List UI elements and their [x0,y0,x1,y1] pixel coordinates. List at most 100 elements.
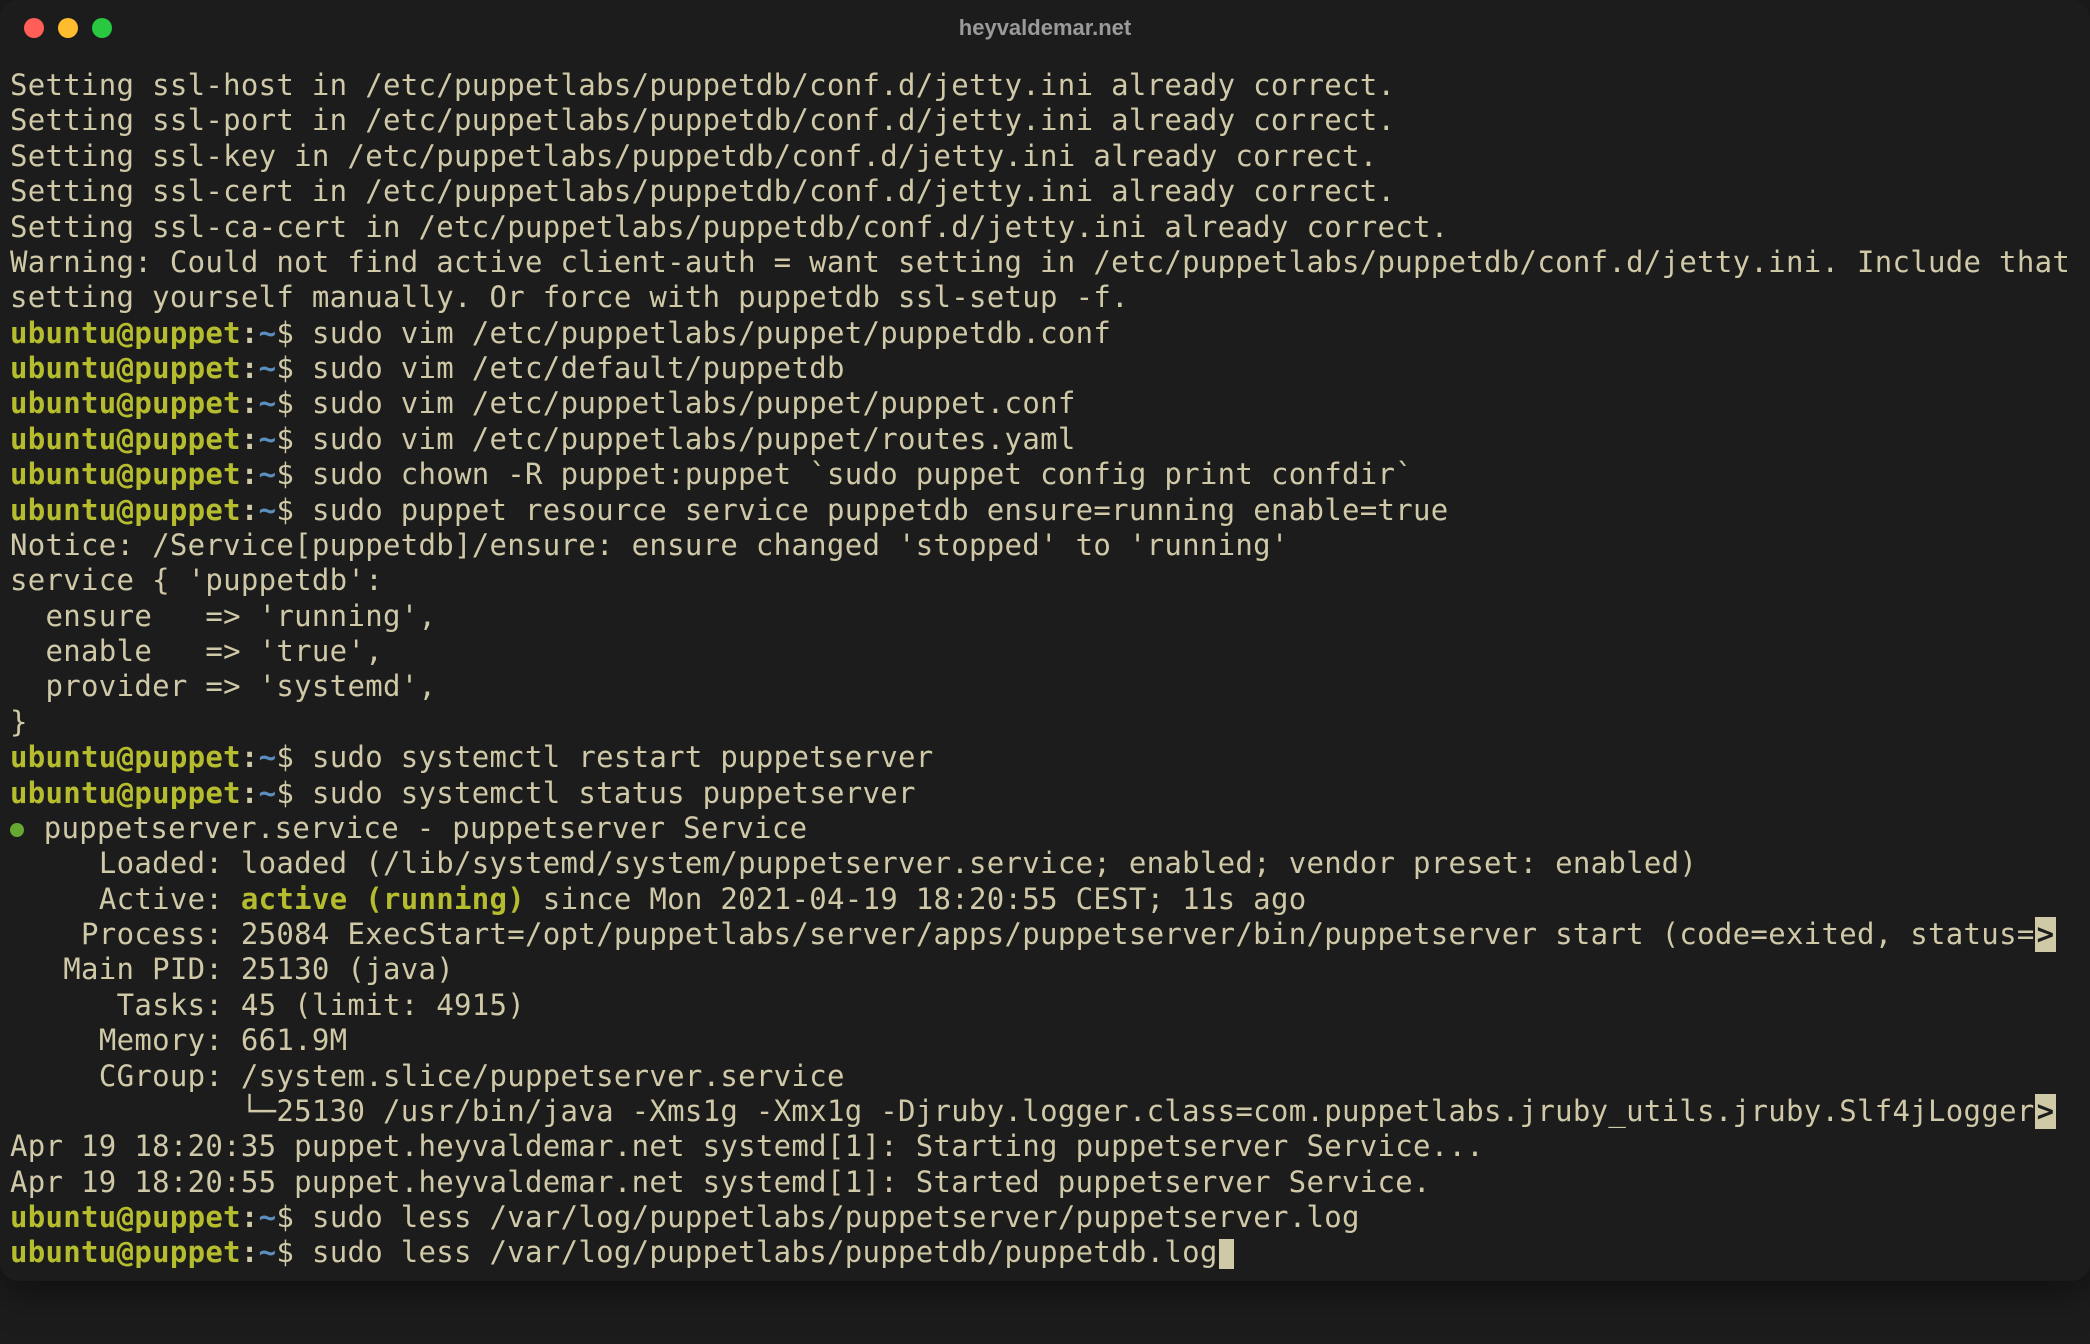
output-text: Setting ssl-host in /etc/puppetlabs/pupp… [10,68,1395,102]
tree-branch-icon: └─ [241,1094,277,1128]
output-text: service { 'puppetdb': [10,563,383,597]
terminal-line: ubuntu@puppet:~$ sudo systemctl status p… [10,776,2080,811]
terminal-line: ubuntu@puppet:~$ sudo puppet resource se… [10,493,2080,528]
terminal-line: ubuntu@puppet:~$ sudo vim /etc/puppetlab… [10,422,2080,457]
prompt-user-host: ubuntu@puppet [10,316,241,350]
prompt-separator: : [241,776,259,810]
prompt-separator: : [241,422,259,456]
output-text: Apr 19 18:20:35 puppet.heyvaldemar.net s… [10,1129,1484,1163]
output-text: Setting ssl-port in /etc/puppetlabs/pupp… [10,103,1395,137]
prompt-separator: : [241,316,259,350]
truncation-indicator: > [2035,1094,2057,1129]
prompt-path: ~ [259,457,277,491]
terminal-line: Setting ssl-key in /etc/puppetlabs/puppe… [10,139,2080,174]
terminal-line: } [10,705,2080,740]
terminal-line: └─25130 /usr/bin/java -Xms1g -Xmx1g -Djr… [10,1094,2080,1129]
prompt-separator: : [241,1200,259,1234]
terminal-line: ubuntu@puppet:~$ sudo less /var/log/pupp… [10,1200,2080,1235]
terminal-line: Setting ssl-ca-cert in /etc/puppetlabs/p… [10,210,2080,245]
terminal-line: ensure => 'running', [10,599,2080,634]
output-text: Main PID: 25130 (java) [10,952,454,986]
output-text: CGroup: /system.slice/puppetserver.servi… [10,1059,845,1093]
prompt-user-host: ubuntu@puppet [10,386,241,420]
prompt-user-host: ubuntu@puppet [10,1235,241,1269]
prompt-path: ~ [259,740,277,774]
terminal-line: ubuntu@puppet:~$ sudo vim /etc/default/p… [10,351,2080,386]
terminal-line: puppetserver.service - puppetserver Serv… [10,811,2080,846]
output-text: Tasks: 45 (limit: 4915) [10,988,525,1022]
terminal-line: enable => 'true', [10,634,2080,669]
terminal-line: Main PID: 25130 (java) [10,952,2080,987]
prompt-user-host: ubuntu@puppet [10,493,241,527]
output-text: Process: 25084 ExecStart=/opt/puppetlabs… [10,917,2035,951]
maximize-icon[interactable] [92,18,112,38]
status-active: active (running) [241,882,525,916]
output-text: } [10,705,28,739]
truncation-indicator: > [2035,917,2057,952]
prompt-separator: : [241,386,259,420]
output-text: Warning: Could not find active client-au… [10,245,2088,314]
output-text: Loaded: loaded (/lib/systemd/system/pupp… [10,846,1697,880]
prompt-end: $ [276,386,312,420]
prompt-path: ~ [259,316,277,350]
command-text: sudo vim /etc/puppetlabs/puppet/puppetdb… [312,316,1111,350]
cursor-icon [1219,1239,1234,1269]
output-text: 25130 /usr/bin/java -Xms1g -Xmx1g -Djrub… [276,1094,2034,1128]
prompt-path: ~ [259,1235,277,1269]
prompt-separator: : [241,351,259,385]
prompt-path: ~ [259,493,277,527]
prompt-end: $ [276,493,312,527]
terminal-line: Loaded: loaded (/lib/systemd/system/pupp… [10,846,2080,881]
prompt-path: ~ [259,776,277,810]
prompt-path: ~ [259,422,277,456]
output-text: Memory: 661.9M [10,1023,347,1057]
output-text: puppetserver.service - puppetserver Serv… [26,811,807,845]
output-text: Setting ssl-key in /etc/puppetlabs/puppe… [10,139,1377,173]
prompt-path: ~ [259,351,277,385]
command-text: sudo less /var/log/puppetlabs/puppetdb/p… [312,1235,1218,1269]
terminal-line: CGroup: /system.slice/puppetserver.servi… [10,1059,2080,1094]
terminal-line: Apr 19 18:20:35 puppet.heyvaldemar.net s… [10,1129,2080,1164]
output-text: since Mon 2021-04-19 18:20:55 CEST; 11s … [525,882,1306,916]
prompt-path: ~ [259,386,277,420]
prompt-user-host: ubuntu@puppet [10,422,241,456]
output-text: provider => 'systemd', [10,669,436,703]
command-text: sudo systemctl restart puppetserver [312,740,934,774]
terminal-line: Process: 25084 ExecStart=/opt/puppetlabs… [10,917,2080,952]
terminal-window: heyvaldemar.net Setting ssl-host in /etc… [0,0,2090,1281]
output-text: Apr 19 18:20:55 puppet.heyvaldemar.net s… [10,1165,1431,1199]
terminal-line: Memory: 661.9M [10,1023,2080,1058]
terminal-line: Active: active (running) since Mon 2021-… [10,882,2080,917]
terminal-line: Apr 19 18:20:55 puppet.heyvaldemar.net s… [10,1165,2080,1200]
terminal-line: Setting ssl-host in /etc/puppetlabs/pupp… [10,68,2080,103]
terminal-line: Setting ssl-port in /etc/puppetlabs/pupp… [10,103,2080,138]
prompt-end: $ [276,422,312,456]
terminal-content[interactable]: Setting ssl-host in /etc/puppetlabs/pupp… [0,56,2090,1281]
minimize-icon[interactable] [58,18,78,38]
command-text: sudo vim /etc/puppetlabs/puppet/routes.y… [312,422,1076,456]
prompt-separator: : [241,1235,259,1269]
prompt-user-host: ubuntu@puppet [10,1200,241,1234]
traffic-lights [24,18,112,38]
prompt-user-host: ubuntu@puppet [10,457,241,491]
prompt-separator: : [241,457,259,491]
prompt-end: $ [276,351,312,385]
terminal-line: ubuntu@puppet:~$ sudo vim /etc/puppetlab… [10,316,2080,351]
prompt-end: $ [276,457,312,491]
prompt-end: $ [276,740,312,774]
command-text: sudo systemctl status puppetserver [312,776,916,810]
close-icon[interactable] [24,18,44,38]
prompt-user-host: ubuntu@puppet [10,740,241,774]
terminal-line: ubuntu@puppet:~$ sudo less /var/log/pupp… [10,1235,2080,1270]
terminal-line: provider => 'systemd', [10,669,2080,704]
prompt-separator: : [241,740,259,774]
title-bar: heyvaldemar.net [0,0,2090,56]
output-text: ensure => 'running', [10,599,436,633]
prompt-end: $ [276,1235,312,1269]
status-dot-icon [10,823,24,837]
output-text [10,1094,241,1128]
terminal-line: ubuntu@puppet:~$ sudo chown -R puppet:pu… [10,457,2080,492]
prompt-end: $ [276,1200,312,1234]
prompt-end: $ [276,316,312,350]
prompt-user-host: ubuntu@puppet [10,351,241,385]
